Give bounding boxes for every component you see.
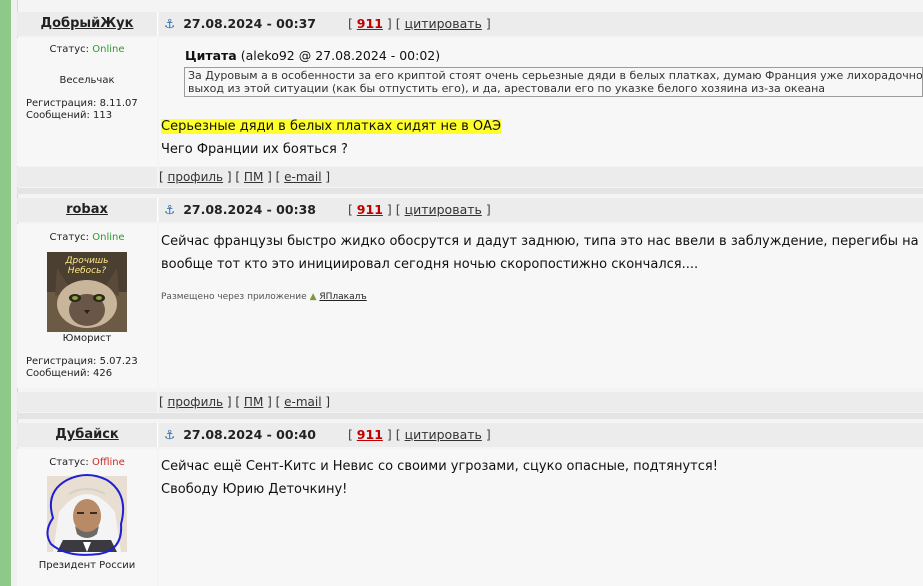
profile-link[interactable]: профиль — [168, 395, 224, 409]
post-number-link[interactable]: 911 — [357, 202, 383, 217]
quote-link[interactable]: цитировать — [405, 427, 482, 442]
quote-line: выход из этой ситуации (как бы отпустить… — [188, 82, 826, 95]
email-link[interactable]: e-mail — [284, 170, 321, 184]
post-2: robax ⚓ 27.08.2024 - 00:38 [ 911 ] [ цит… — [17, 194, 923, 419]
quote-link[interactable]: цитировать — [405, 16, 482, 31]
highlighted-text: Серьезные дяди в белых платках сидят не … — [161, 119, 502, 134]
post-3: Дубайск ⚓ 27.08.2024 - 00:40 [ 911 ] [ ц… — [17, 419, 923, 586]
post-1-user-info: Статус: Online Весельчак Регистрация: 8.… — [17, 38, 157, 166]
posted-via: Размещено через приложение ▲ ЯПлакалъ — [161, 292, 367, 302]
post-text: Сейчас ещё Сент-Китс и Невис со своими у… — [161, 459, 718, 474]
email-link[interactable]: e-mail — [284, 395, 321, 409]
user-registration: Регистрация: 5.07.23 — [26, 356, 138, 367]
user-status: Статус: Online — [49, 44, 125, 55]
footer-spacer — [17, 167, 157, 187]
author-name[interactable]: ДобрыйЖук — [41, 16, 134, 31]
user-status: Статус: Online — [49, 232, 125, 243]
post-date: 27.08.2024 - 00:38 — [183, 202, 316, 217]
user-rank: Президент России — [38, 560, 136, 571]
post-3-body: Сейчас ещё Сент-Китс и Невис со своими у… — [159, 449, 923, 586]
status-offline: Offline — [91, 457, 125, 468]
status-online: Online — [92, 232, 125, 243]
sheikh-avatar-image — [46, 474, 127, 556]
post-text: Свободу Юрию Деточкину! — [161, 482, 348, 497]
post-text: Сейчас французы быстро жидко обосрутся и… — [161, 234, 923, 249]
user-messages: Сообщений: 113 — [26, 110, 113, 121]
pm-link[interactable]: ПМ — [244, 395, 263, 409]
post-text: Чего Франции их бояться ? — [161, 142, 348, 157]
quote-box: За Дуровым а в особенности за его крипто… — [184, 67, 923, 97]
avatar[interactable] — [46, 474, 127, 556]
post-3-author-cell: Дубайск — [17, 423, 158, 447]
anchor-icon[interactable]: ⚓ — [164, 427, 175, 442]
user-rank: Весельчак — [59, 75, 115, 86]
anchor-icon[interactable]: ⚓ — [164, 16, 175, 31]
post-2-user-info: Статус: Online Дрочишь Небось? Юморист Р… — [17, 224, 157, 388]
user-messages: Сообщений: 426 — [26, 368, 113, 379]
author-name[interactable]: robax — [66, 202, 108, 217]
app-link[interactable]: ЯПлакалъ — [319, 292, 366, 302]
post-text: вообще тот кто это инициировал сегодня н… — [161, 257, 699, 272]
anchor-icon[interactable]: ⚓ — [164, 202, 175, 217]
post-1-author-cell: ДобрыйЖук — [17, 12, 158, 36]
quote-header: Цитата (aleko92 @ 27.08.2024 - 00:02) — [185, 48, 441, 63]
left-green-bar — [0, 0, 11, 586]
post-number-link[interactable]: 911 — [357, 16, 383, 31]
profile-link[interactable]: профиль — [168, 170, 224, 184]
post-3-header: ⚓ 27.08.2024 - 00:40 [ 911 ] [ цитироват… — [159, 423, 923, 447]
post-2-body: Сейчас французы быстро жидко обосрутся и… — [159, 224, 923, 388]
post-2-footer: [ профиль ] [ ПМ ] [ e-mail ] — [159, 392, 923, 412]
footer-spacer — [17, 392, 157, 412]
pm-link[interactable]: ПМ — [244, 170, 263, 184]
quote-link[interactable]: цитировать — [405, 202, 482, 217]
post-1: ДобрыйЖук ⚓ 27.08.2024 - 00:37 [ 911 ] [… — [17, 0, 923, 195]
android-icon: ▲ — [309, 292, 317, 302]
post-date: 27.08.2024 - 00:37 — [183, 16, 316, 31]
post-date: 27.08.2024 - 00:40 — [183, 427, 316, 442]
user-rank: Юморист — [62, 333, 112, 344]
user-status: Статус: Offline — [49, 457, 125, 468]
avatar-caption: Дрочишь Небось? — [65, 256, 109, 276]
avatar[interactable]: Дрочишь Небось? — [47, 252, 127, 332]
author-name[interactable]: Дубайск — [55, 427, 119, 442]
post-text: Серьезные дяди в белых платках сидят не … — [161, 115, 923, 138]
status-online: Online — [92, 44, 125, 55]
quote-line: За Дуровым а в особенности за его крипто… — [188, 69, 923, 82]
post-3-user-info: Статус: Offline Президент России — [17, 449, 157, 586]
post-2-author-cell: robax — [17, 198, 158, 222]
post-2-header: ⚓ 27.08.2024 - 00:38 [ 911 ] [ цитироват… — [159, 198, 923, 222]
user-registration: Регистрация: 8.11.07 — [26, 98, 138, 109]
post-1-body: Цитата (aleko92 @ 27.08.2024 - 00:02) За… — [159, 38, 923, 166]
post-1-footer: [ профиль ] [ ПМ ] [ e-mail ] — [159, 167, 923, 187]
post-number-link[interactable]: 911 — [357, 427, 383, 442]
post-1-header: ⚓ 27.08.2024 - 00:37 [ 911 ] [ цитироват… — [159, 12, 923, 36]
